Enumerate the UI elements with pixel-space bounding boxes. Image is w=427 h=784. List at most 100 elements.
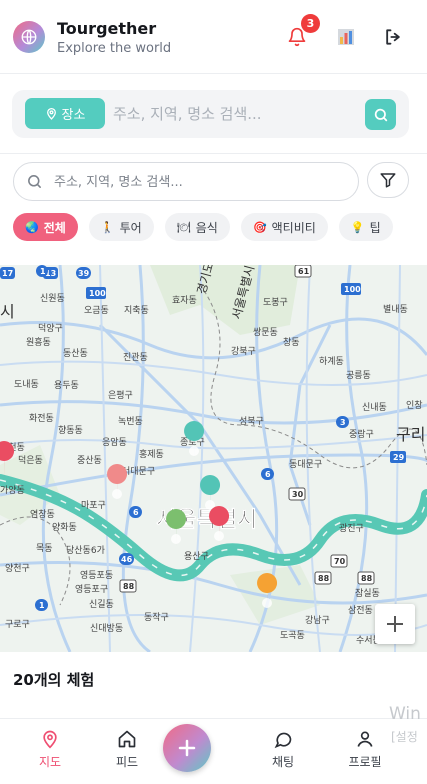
chip-label: 팁 — [369, 220, 381, 235]
svg-text:하계동: 하계동 — [319, 355, 344, 367]
svg-text:은평구: 은평구 — [108, 390, 133, 401]
svg-text:동작구: 동작구 — [144, 612, 169, 623]
location-pin-icon — [46, 107, 56, 120]
user-icon — [357, 731, 373, 747]
svg-text:도봉구: 도봉구 — [263, 297, 288, 308]
nav-label: 피드 — [115, 755, 139, 769]
plus-icon — [178, 739, 196, 757]
svg-text:동대문구: 동대문구 — [289, 459, 322, 470]
place-search-input[interactable] — [113, 102, 363, 126]
nav-label: 채팅 — [271, 755, 295, 769]
svg-text:구로구: 구로구 — [5, 619, 30, 630]
svg-text:1: 1 — [40, 267, 46, 276]
chip-activity[interactable]: 🎯 액티비티 — [240, 213, 328, 241]
walking-icon: 🚶 — [100, 220, 115, 234]
search-icon — [28, 175, 41, 188]
os-watermark-sub: [설정 — [391, 730, 418, 744]
nav-label: 프로필 — [348, 755, 382, 769]
home-icon — [118, 730, 136, 748]
svg-text:신내동: 신내동 — [362, 402, 387, 413]
globe-logo-icon — [13, 21, 45, 53]
chip-food[interactable]: 🍽 음식 — [164, 213, 230, 241]
svg-text:강북구: 강북구 — [231, 346, 256, 357]
svg-text:덕은동: 덕은동 — [18, 455, 43, 466]
svg-text:지축동: 지축동 — [124, 305, 149, 316]
create-fab-button[interactable] — [163, 724, 211, 772]
app-header: Tourgether Explore the world 3 — [0, 0, 427, 74]
zoom-in-button[interactable] — [375, 604, 415, 644]
svg-text:용산구: 용산구 — [184, 551, 209, 562]
map-search-input[interactable] — [54, 171, 344, 193]
svg-text:광진구: 광진구 — [339, 522, 364, 534]
app-title: Tourgether — [57, 19, 157, 38]
target-icon: 🎯 — [252, 220, 267, 234]
svg-text:마포구: 마포구 — [81, 500, 106, 511]
divider — [0, 153, 427, 154]
lightbulb-icon: 💡 — [350, 220, 365, 234]
chip-all[interactable]: 🌏 전체 — [13, 213, 78, 241]
svg-text:응암동: 응암동 — [102, 436, 127, 448]
svg-text:진관동: 진관동 — [123, 352, 148, 363]
nav-chat[interactable]: 채팅 — [258, 729, 308, 770]
svg-text:영등포동: 영등포동 — [80, 570, 113, 581]
nav-label: 지도 — [38, 755, 62, 769]
svg-text:화전동: 화전동 — [29, 413, 54, 424]
svg-text:목동: 목동 — [36, 543, 53, 554]
svg-text:원흥동: 원흥동 — [26, 336, 51, 348]
svg-text:88: 88 — [361, 574, 373, 583]
map-pin-icon — [43, 730, 57, 749]
svg-text:공릉동: 공릉동 — [346, 370, 371, 381]
svg-text:신원동: 신원동 — [40, 293, 65, 304]
svg-text:잠실동: 잠실동 — [355, 588, 380, 599]
place-mode-button[interactable]: 장소 — [25, 98, 105, 129]
search-icon — [374, 108, 387, 121]
svg-text:창동: 창동 — [283, 337, 300, 348]
svg-text:도곡동: 도곡동 — [280, 630, 305, 641]
svg-text:염창동: 염창동 — [30, 509, 55, 520]
svg-text:삼전동: 삼전동 — [348, 605, 373, 616]
svg-text:70: 70 — [334, 557, 346, 566]
svg-text:효자동: 효자동 — [172, 295, 197, 306]
svg-text:덕양구: 덕양구 — [38, 323, 63, 334]
search-submit-button[interactable] — [365, 99, 396, 130]
nav-map[interactable]: 지도 — [25, 729, 75, 770]
chip-tip[interactable]: 💡 팁 — [338, 213, 393, 241]
filter-funnel-icon — [380, 173, 396, 188]
filter-button[interactable] — [367, 162, 409, 198]
svg-text:양천구: 양천구 — [5, 563, 30, 574]
svg-text:30: 30 — [292, 490, 304, 499]
chip-label: 전체 — [43, 220, 66, 235]
app-subtitle: Explore the world — [57, 41, 172, 56]
svg-text:17: 17 — [2, 269, 13, 278]
svg-text:3: 3 — [340, 418, 346, 427]
filter-search-bar — [13, 162, 359, 201]
svg-text:양화동: 양화동 — [52, 522, 77, 533]
svg-text:46: 46 — [121, 555, 133, 564]
plus-icon — [387, 616, 403, 632]
place-search-bar: 장소 — [12, 90, 409, 138]
chip-tour[interactable]: 🚶 투어 — [88, 213, 154, 241]
svg-text:동산동: 동산동 — [63, 348, 88, 359]
nav-feed[interactable]: 피드 — [102, 729, 152, 770]
place-mode-label: 장소 — [61, 108, 86, 123]
svg-text:6: 6 — [265, 470, 271, 479]
stats-chart-icon[interactable] — [334, 25, 358, 49]
svg-text:39: 39 — [78, 269, 90, 278]
svg-text:강남구: 강남구 — [305, 615, 330, 626]
svg-text:88: 88 — [318, 574, 330, 583]
svg-text:100: 100 — [344, 285, 361, 294]
svg-text:별내동: 별내동 — [383, 304, 408, 315]
svg-text:100: 100 — [89, 289, 106, 298]
nav-profile[interactable]: 프로필 — [340, 729, 390, 770]
svg-text:1: 1 — [39, 601, 45, 610]
map-view[interactable]: 신원동 효자동 도봉구 덕양구 오금동 지축동 쌍문동 창동 원흥동 동산동 진… — [0, 265, 427, 652]
svg-text:61: 61 — [298, 267, 310, 276]
logout-icon[interactable] — [381, 25, 405, 49]
svg-text:29: 29 — [393, 453, 405, 462]
chat-bubble-icon — [274, 732, 292, 749]
svg-text:녹번동: 녹번동 — [118, 416, 143, 427]
chip-label: 액티비티 — [271, 220, 316, 235]
category-chips: 🌏 전체 🚶 투어 🍽 음식 🎯 액티비티 💡 팁 — [13, 213, 427, 241]
bottom-nav: 지도 피드 채팅 프로필 — [0, 718, 427, 784]
chip-label: 투어 — [119, 220, 142, 235]
